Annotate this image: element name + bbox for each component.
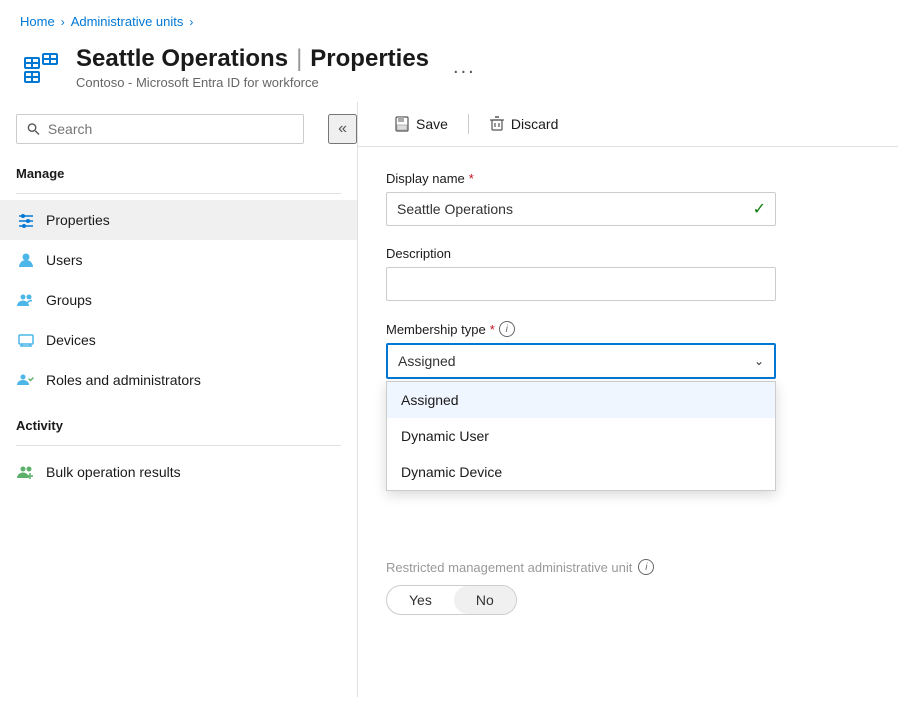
form-area: Display name * ✓ Description Membership …	[358, 147, 898, 697]
sidebar-item-bulk[interactable]: Bulk operation results	[0, 452, 357, 492]
description-input[interactable]	[386, 267, 776, 301]
device-icon	[16, 330, 36, 350]
search-input[interactable]	[48, 121, 293, 137]
membership-type-dropdown: Assigned ⌄ Assigned Dynamic User Dynamic…	[386, 343, 776, 379]
save-button[interactable]: Save	[382, 110, 460, 138]
manage-divider	[16, 193, 341, 194]
sidebar-item-label-users: Users	[46, 252, 83, 268]
breadcrumb-home[interactable]: Home	[20, 14, 55, 29]
activity-section-label: Activity	[0, 408, 357, 439]
sidebar-item-groups[interactable]: Groups	[0, 280, 357, 320]
header-subtitle: Contoso - Microsoft Entra ID for workfor…	[76, 75, 429, 90]
membership-type-label: Membership type * i	[386, 321, 870, 337]
membership-type-group: Membership type * i Assigned ⌄ Assigned …	[386, 321, 870, 379]
page-icon	[20, 47, 62, 89]
yes-no-toggle: Yes No	[386, 585, 517, 615]
header-title: Seattle Operations	[76, 45, 288, 73]
display-name-group: Display name * ✓	[386, 171, 870, 226]
restricted-info-icon[interactable]: i	[638, 559, 654, 575]
sidebar-item-roles[interactable]: Roles and administrators	[0, 360, 357, 400]
description-group: Description	[386, 246, 870, 301]
breadcrumb-sep1: ›	[61, 15, 65, 29]
membership-option-dynamic-user[interactable]: Dynamic User	[387, 418, 775, 454]
sidebar-item-users[interactable]: Users	[0, 240, 357, 280]
content-area: Save Discard Display name *	[358, 102, 898, 697]
roles-icon	[16, 370, 36, 390]
sidebar-item-label-properties: Properties	[46, 212, 110, 228]
sidebar-collapse-button[interactable]: «	[328, 114, 357, 144]
sidebar-item-devices[interactable]: Devices	[0, 320, 357, 360]
membership-type-dropdown-button[interactable]: Assigned ⌄	[386, 343, 776, 379]
toolbar-separator	[468, 114, 469, 134]
sidebar-item-label-groups: Groups	[46, 292, 92, 308]
sidebar-item-label-roles: Roles and administrators	[46, 372, 201, 388]
description-label: Description	[386, 246, 870, 261]
page-header: Seattle Operations | Properties Contoso …	[0, 39, 898, 102]
save-icon	[394, 116, 410, 132]
main-layout: « Manage Properties	[0, 102, 898, 697]
sidebar-item-label-bulk: Bulk operation results	[46, 464, 181, 480]
header-text: Seattle Operations | Properties Contoso …	[76, 45, 429, 90]
membership-type-dropdown-list: Assigned Dynamic User Dynamic Device	[386, 381, 776, 491]
display-name-check-icon: ✓	[753, 199, 766, 219]
restricted-group: Restricted management administrative uni…	[386, 559, 870, 615]
no-button[interactable]: No	[454, 586, 516, 614]
display-name-input[interactable]	[386, 192, 776, 226]
membership-required: *	[490, 322, 495, 337]
restricted-label: Restricted management administrative uni…	[386, 559, 870, 575]
user-icon	[16, 250, 36, 270]
membership-type-selected: Assigned	[398, 353, 456, 369]
manage-section-label: Manage	[0, 156, 357, 187]
membership-option-assigned[interactable]: Assigned	[387, 382, 775, 418]
discard-icon	[489, 116, 505, 132]
sliders-icon	[16, 210, 36, 230]
breadcrumb-admin-units[interactable]: Administrative units	[71, 14, 184, 29]
discard-button[interactable]: Discard	[477, 110, 570, 138]
display-name-input-wrapper: ✓	[386, 192, 776, 226]
chevron-down-icon: ⌄	[754, 354, 764, 368]
membership-info-icon[interactable]: i	[499, 321, 515, 337]
display-name-required: *	[469, 171, 474, 186]
discard-label: Discard	[511, 116, 558, 132]
sidebar: « Manage Properties	[0, 102, 358, 697]
breadcrumb: Home › Administrative units ›	[0, 0, 898, 39]
page-title: Seattle Operations | Properties	[76, 45, 429, 73]
sidebar-item-label-devices: Devices	[46, 332, 96, 348]
search-icon	[27, 122, 40, 136]
more-options-button[interactable]: ...	[453, 56, 476, 79]
toolbar: Save Discard	[358, 102, 898, 147]
search-bar[interactable]	[16, 114, 304, 144]
save-label: Save	[416, 116, 448, 132]
group-icon	[16, 290, 36, 310]
header-section: Properties	[310, 45, 429, 73]
activity-divider	[16, 445, 341, 446]
membership-option-dynamic-device[interactable]: Dynamic Device	[387, 454, 775, 490]
sidebar-item-properties[interactable]: Properties	[0, 200, 357, 240]
display-name-label: Display name *	[386, 171, 870, 186]
yes-button[interactable]: Yes	[387, 586, 454, 614]
header-pipe: |	[296, 45, 302, 73]
bulk-icon	[16, 462, 36, 482]
breadcrumb-sep2: ›	[189, 15, 193, 29]
